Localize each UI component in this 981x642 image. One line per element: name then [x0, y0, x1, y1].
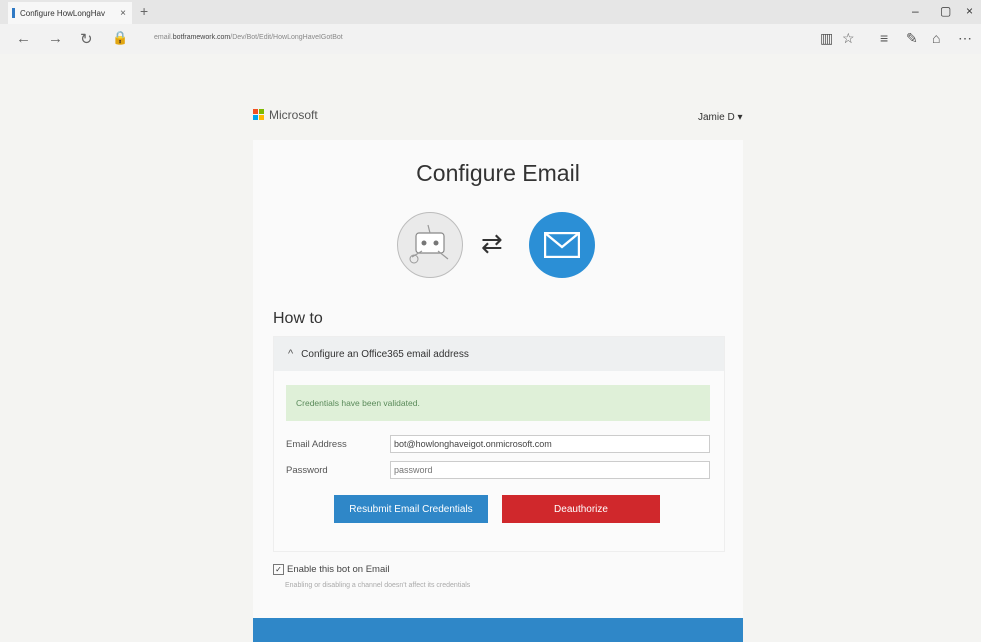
logo-square-red: [253, 109, 258, 114]
share-icon[interactable]: ⌂: [932, 30, 940, 46]
howto-heading: How to: [273, 310, 323, 327]
url-field[interactable]: email.botframework.com/Dev/Bot/Edit/HowL…: [154, 34, 343, 41]
enable-checkbox[interactable]: ✓: [273, 564, 284, 575]
web-note-icon[interactable]: ✎: [906, 30, 918, 47]
url-host: botframework.com: [172, 34, 231, 41]
forward-arrow-icon[interactable]: →: [48, 30, 63, 47]
maximize-button[interactable]: ▢: [940, 4, 951, 18]
panel-header-text: Configure an Office365 email address: [301, 348, 469, 360]
tab-close-icon[interactable]: ×: [120, 8, 126, 19]
user-menu[interactable]: Jamie D ▾: [698, 112, 742, 123]
url-path: /Dev/Bot/Edit/HowLongHaveIGotBot: [230, 34, 343, 41]
browser-tab[interactable]: Configure HowLongHav ×: [8, 2, 132, 24]
enable-hint: Enabling or disabling a channel doesn't …: [285, 582, 471, 589]
email-field[interactable]: bot@howlonghaveigot.onmicrosoft.com: [390, 435, 710, 453]
refresh-icon[interactable]: ↻: [80, 30, 93, 48]
office365-config-panel: ^ Configure an Office365 email address C…: [273, 336, 725, 552]
more-icon[interactable]: ⋯: [958, 30, 972, 47]
close-window-button[interactable]: ×: [966, 4, 973, 18]
hub-icon[interactable]: ≡: [880, 30, 888, 46]
address-bar: ← → ↻ 🔒 email.botframework.com/Dev/Bot/E…: [0, 24, 981, 54]
minimize-button[interactable]: –: [912, 4, 919, 18]
success-alert: Credentials have been validated.: [286, 385, 710, 421]
swap-arrows-icon: ⇄: [481, 228, 503, 258]
resubmit-credentials-button[interactable]: Resubmit Email Credentials: [334, 495, 488, 523]
tab-title: Configure HowLongHav: [20, 8, 105, 18]
back-arrow-icon[interactable]: ←: [16, 30, 31, 47]
tab-favicon-icon: [12, 8, 15, 18]
logo-square-blue: [253, 115, 258, 120]
new-tab-button[interactable]: +: [140, 3, 148, 19]
password-field[interactable]: [390, 461, 710, 479]
enable-label: Enable this bot on Email: [287, 564, 390, 575]
url-prefix: email.: [154, 34, 173, 41]
bot-avatar-icon: [397, 212, 463, 278]
favorite-star-icon[interactable]: ☆: [842, 30, 855, 47]
save-bar[interactable]: [253, 618, 743, 642]
email-channel-icon: [529, 212, 595, 278]
brand-name: Microsoft: [269, 108, 318, 122]
microsoft-logo[interactable]: Microsoft: [253, 108, 318, 122]
panel-toggle[interactable]: ^ Configure an Office365 email address: [274, 337, 724, 371]
logo-square-yellow: [259, 115, 264, 120]
reading-view-icon[interactable]: ▥: [820, 30, 833, 47]
lock-icon: 🔒: [112, 30, 129, 45]
page-title: Configure Email: [416, 160, 580, 186]
chevron-up-icon: ^: [288, 348, 294, 360]
configure-card: Configure Email ⇄ How to ^ Configure an …: [253, 140, 743, 642]
deauthorize-button[interactable]: Deauthorize: [502, 495, 660, 523]
tab-bar: Configure HowLongHav × + – ▢ ×: [0, 0, 981, 24]
microsoft-grid-icon: [253, 109, 265, 121]
enable-email-toggle[interactable]: ✓ Enable this bot on Email: [273, 564, 389, 575]
password-label: Password: [286, 465, 328, 476]
logo-square-green: [259, 109, 264, 114]
email-label: Email Address: [286, 439, 347, 450]
